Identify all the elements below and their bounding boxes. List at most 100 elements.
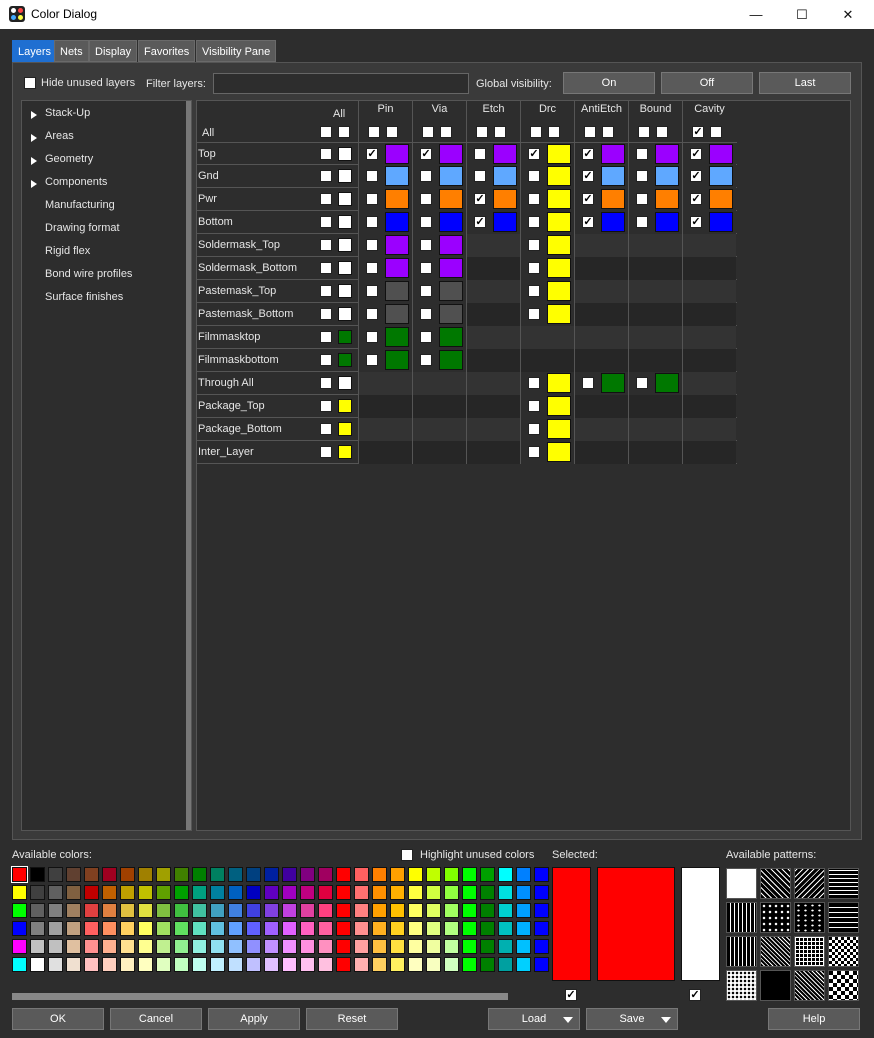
cell-color-swatch[interactable] bbox=[601, 373, 625, 393]
pattern-swatch[interactable] bbox=[794, 936, 825, 967]
pattern-swatch[interactable] bbox=[760, 936, 791, 967]
cell-visibility-checkbox[interactable] bbox=[474, 170, 486, 182]
palette-color[interactable] bbox=[444, 939, 459, 954]
tab-display[interactable]: Display bbox=[89, 40, 138, 62]
palette-color[interactable] bbox=[372, 885, 387, 900]
palette-color[interactable] bbox=[156, 867, 171, 882]
palette-color[interactable] bbox=[138, 903, 153, 918]
cell-visibility-checkbox[interactable] bbox=[528, 377, 540, 389]
cell-visibility-checkbox[interactable] bbox=[366, 216, 378, 228]
palette-color[interactable] bbox=[516, 921, 531, 936]
column-color-checkbox[interactable] bbox=[494, 126, 506, 138]
palette-color[interactable] bbox=[246, 921, 261, 936]
cell-visibility-checkbox[interactable]: ✓ bbox=[690, 193, 702, 205]
palette-color[interactable] bbox=[66, 867, 81, 882]
palette-color[interactable] bbox=[408, 867, 423, 882]
palette-color[interactable] bbox=[138, 939, 153, 954]
cell-visibility-checkbox[interactable] bbox=[636, 148, 648, 160]
palette-color[interactable] bbox=[480, 939, 495, 954]
pattern-swatch[interactable] bbox=[760, 868, 791, 899]
palette-color[interactable] bbox=[444, 921, 459, 936]
palette-color[interactable] bbox=[264, 939, 279, 954]
cell-color-swatch[interactable] bbox=[439, 144, 463, 164]
palette-color[interactable] bbox=[84, 903, 99, 918]
cell-color-swatch[interactable] bbox=[493, 189, 517, 209]
cell-visibility-checkbox[interactable] bbox=[366, 308, 378, 320]
palette-color[interactable] bbox=[390, 957, 405, 972]
tree-item-bond-wire-profiles[interactable]: Bond wire profiles bbox=[45, 268, 132, 284]
cell-visibility-checkbox[interactable]: ✓ bbox=[528, 148, 540, 160]
pattern-swatch[interactable] bbox=[828, 970, 859, 1001]
tree-item-areas[interactable]: Areas bbox=[45, 130, 74, 146]
palette-color[interactable] bbox=[84, 867, 99, 882]
cell-visibility-checkbox[interactable] bbox=[366, 331, 378, 343]
palette-color[interactable] bbox=[210, 903, 225, 918]
palette-color[interactable] bbox=[372, 867, 387, 882]
palette-color[interactable] bbox=[300, 885, 315, 900]
tree-item-manufacturing[interactable]: Manufacturing bbox=[45, 199, 115, 215]
layer-visibility-checkbox[interactable] bbox=[320, 193, 332, 205]
palette-color[interactable] bbox=[480, 957, 495, 972]
cell-color-swatch[interactable] bbox=[385, 304, 409, 324]
palette-color[interactable] bbox=[534, 939, 549, 954]
palette-color[interactable] bbox=[246, 867, 261, 882]
tree-item-geometry[interactable]: Geometry bbox=[45, 153, 93, 169]
cell-visibility-checkbox[interactable] bbox=[636, 170, 648, 182]
palette-color[interactable] bbox=[228, 903, 243, 918]
column-color-checkbox[interactable] bbox=[440, 126, 452, 138]
cell-color-swatch[interactable] bbox=[655, 373, 679, 393]
palette-color[interactable] bbox=[228, 867, 243, 882]
palette-color[interactable] bbox=[210, 921, 225, 936]
layer-visibility-checkbox[interactable] bbox=[320, 354, 332, 366]
palette-color[interactable] bbox=[30, 867, 45, 882]
palette-color[interactable] bbox=[48, 939, 63, 954]
cell-visibility-checkbox[interactable] bbox=[528, 262, 540, 274]
palette-color[interactable] bbox=[282, 903, 297, 918]
palette-color[interactable] bbox=[354, 939, 369, 954]
layer-color-swatch[interactable] bbox=[338, 261, 352, 275]
palette-color[interactable] bbox=[372, 939, 387, 954]
palette-color[interactable] bbox=[174, 903, 189, 918]
tab-favorites[interactable]: Favorites bbox=[138, 40, 196, 62]
cell-color-swatch[interactable] bbox=[439, 281, 463, 301]
cell-color-swatch[interactable] bbox=[547, 281, 571, 301]
palette-color[interactable] bbox=[192, 939, 207, 954]
palette-color[interactable] bbox=[498, 921, 513, 936]
palette-color[interactable] bbox=[174, 885, 189, 900]
cell-color-swatch[interactable] bbox=[709, 212, 733, 232]
palette-color[interactable] bbox=[84, 957, 99, 972]
palette-color[interactable] bbox=[318, 957, 333, 972]
cell-color-swatch[interactable] bbox=[547, 419, 571, 439]
palette-color[interactable] bbox=[192, 885, 207, 900]
palette-color[interactable] bbox=[534, 957, 549, 972]
palette-color[interactable] bbox=[84, 921, 99, 936]
cell-visibility-checkbox[interactable] bbox=[420, 262, 432, 274]
palette-color[interactable] bbox=[282, 939, 297, 954]
cell-color-swatch[interactable] bbox=[493, 166, 517, 186]
column-color-checkbox[interactable] bbox=[656, 126, 668, 138]
pattern-swatch[interactable] bbox=[726, 902, 757, 933]
cell-visibility-checkbox[interactable] bbox=[528, 239, 540, 251]
palette-color[interactable] bbox=[516, 903, 531, 918]
palette-color[interactable] bbox=[174, 867, 189, 882]
palette-color[interactable] bbox=[318, 921, 333, 936]
layer-visibility-checkbox[interactable] bbox=[320, 400, 332, 412]
palette-color[interactable] bbox=[354, 903, 369, 918]
cell-visibility-checkbox[interactable] bbox=[420, 285, 432, 297]
cell-visibility-checkbox[interactable]: ✓ bbox=[582, 170, 594, 182]
tab-visibility-pane[interactable]: Visibility Pane bbox=[196, 40, 277, 62]
cell-visibility-checkbox[interactable] bbox=[366, 239, 378, 251]
all-color-checkbox[interactable] bbox=[338, 126, 350, 138]
palette-color[interactable] bbox=[30, 957, 45, 972]
palette-color[interactable] bbox=[300, 939, 315, 954]
cell-color-swatch[interactable] bbox=[385, 327, 409, 347]
palette-color[interactable] bbox=[318, 939, 333, 954]
global-off-button[interactable]: Off bbox=[661, 72, 753, 94]
palette-scrollbar[interactable] bbox=[12, 993, 508, 1000]
palette-color[interactable] bbox=[516, 939, 531, 954]
highlight-unused-checkbox[interactable] bbox=[401, 849, 413, 861]
cell-color-swatch[interactable] bbox=[439, 189, 463, 209]
palette-color[interactable] bbox=[12, 921, 27, 936]
global-last-button[interactable]: Last bbox=[759, 72, 851, 94]
palette-color[interactable] bbox=[408, 885, 423, 900]
